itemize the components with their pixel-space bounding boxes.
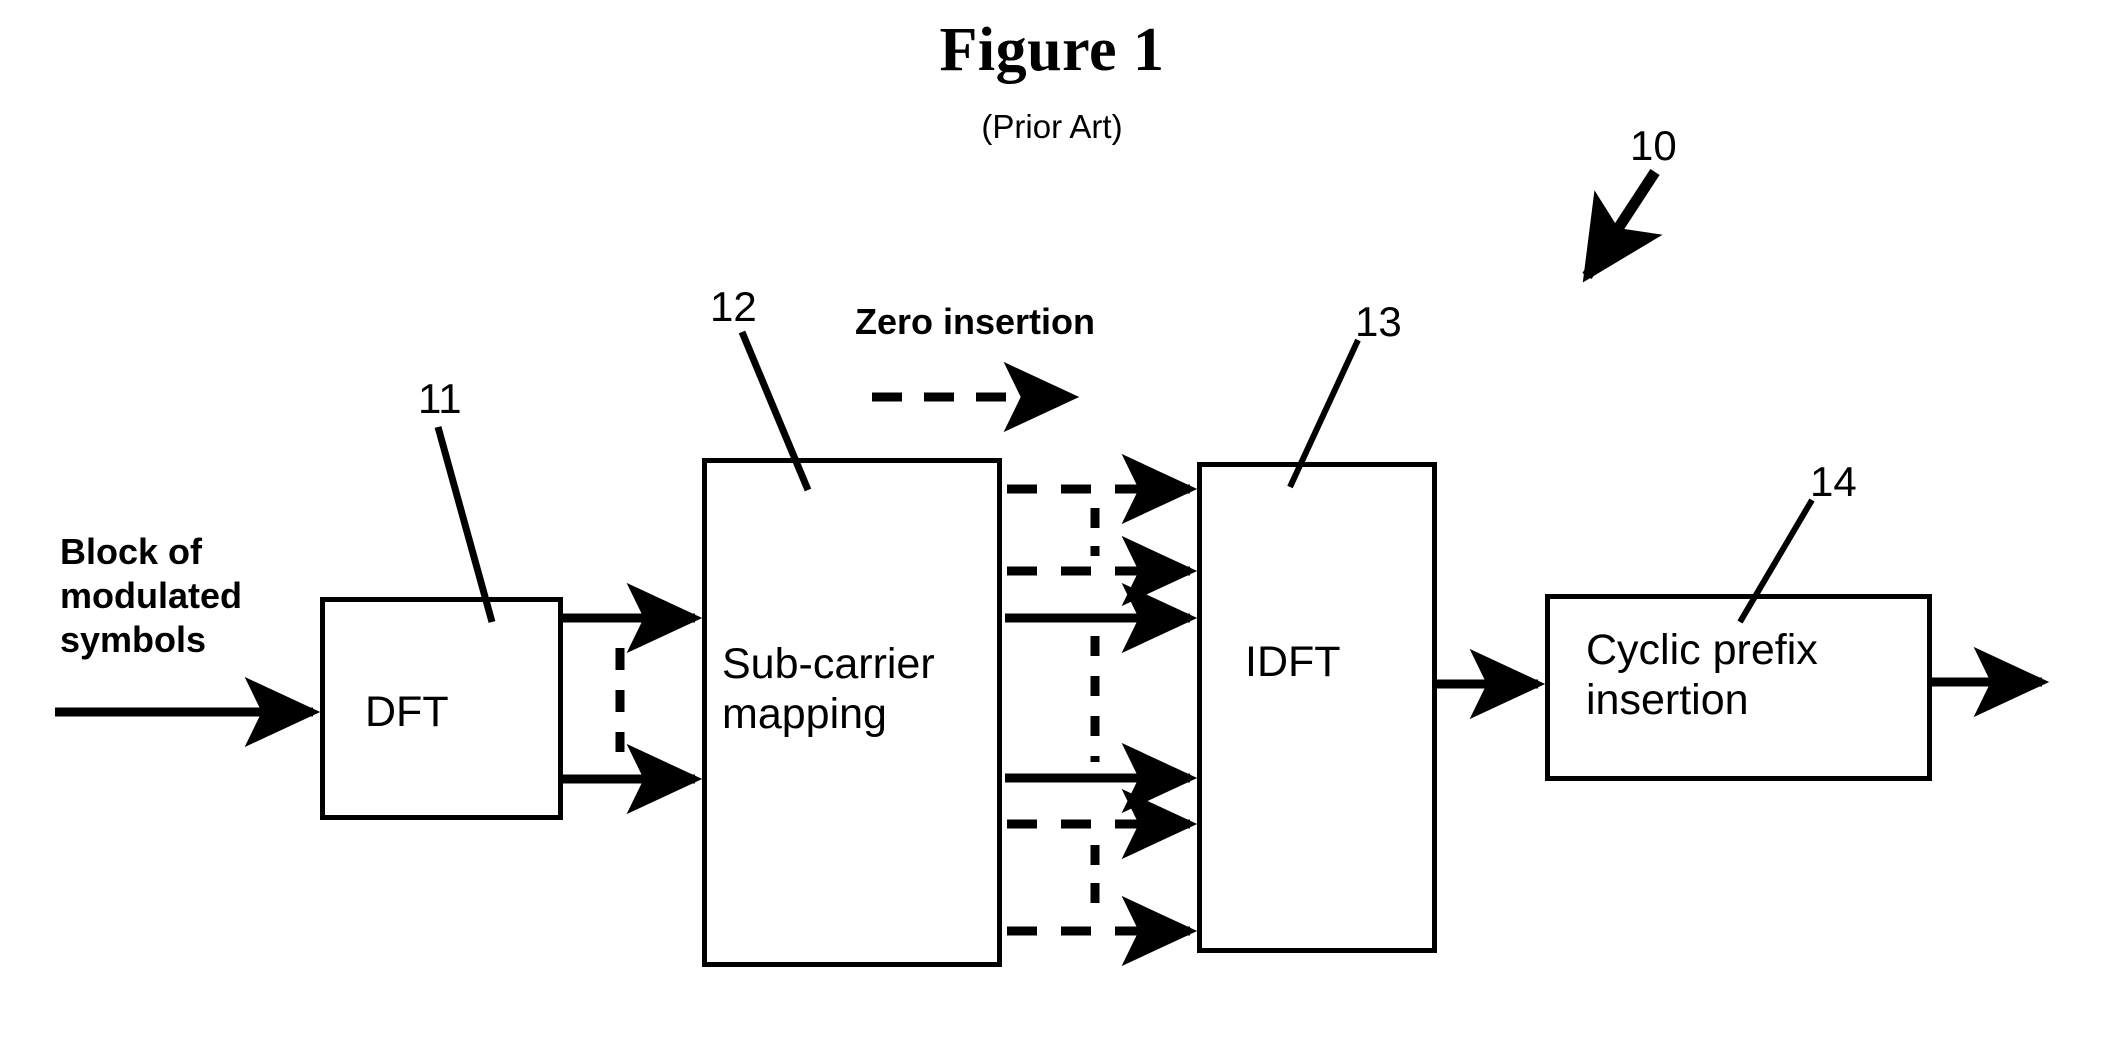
- input-label-line2: modulated: [60, 575, 243, 616]
- input-label-line1: Block of: [60, 531, 203, 572]
- block-subcarrier-mapping-label-line1: Sub-carrier: [722, 640, 935, 688]
- input-label-line3: symbols: [60, 619, 207, 660]
- reference-numeral-13: 13: [1355, 298, 1402, 345]
- reference-numeral-12: 12: [710, 283, 757, 330]
- block-idft: [1197, 462, 1437, 953]
- block-idft-label: IDFT: [1245, 638, 1341, 686]
- reference-numeral-10: 10: [1630, 122, 1677, 169]
- reference-numeral-14: 14: [1810, 458, 1857, 505]
- figure-subtitle: (Prior Art): [981, 108, 1123, 145]
- figure-title: Figure 1: [939, 16, 1165, 84]
- leader-arrow-10: [1582, 168, 1663, 283]
- block-cyclic-prefix-label-line2: insertion: [1586, 676, 1749, 724]
- diagram-vector-layer: [55, 168, 2050, 967]
- leader-line-11: [434, 426, 496, 623]
- block-dft-label: DFT: [365, 688, 449, 736]
- block-subcarrier-mapping-label-line2: mapping: [722, 690, 887, 738]
- zero-insertion-label: Zero insertion: [855, 301, 1096, 342]
- figure-page: Figure 1 (Prior Art) 10 Block of modulat…: [0, 0, 2104, 1039]
- reference-numeral-11: 11: [418, 375, 462, 422]
- block-cyclic-prefix-label-line1: Cyclic prefix: [1586, 626, 1818, 674]
